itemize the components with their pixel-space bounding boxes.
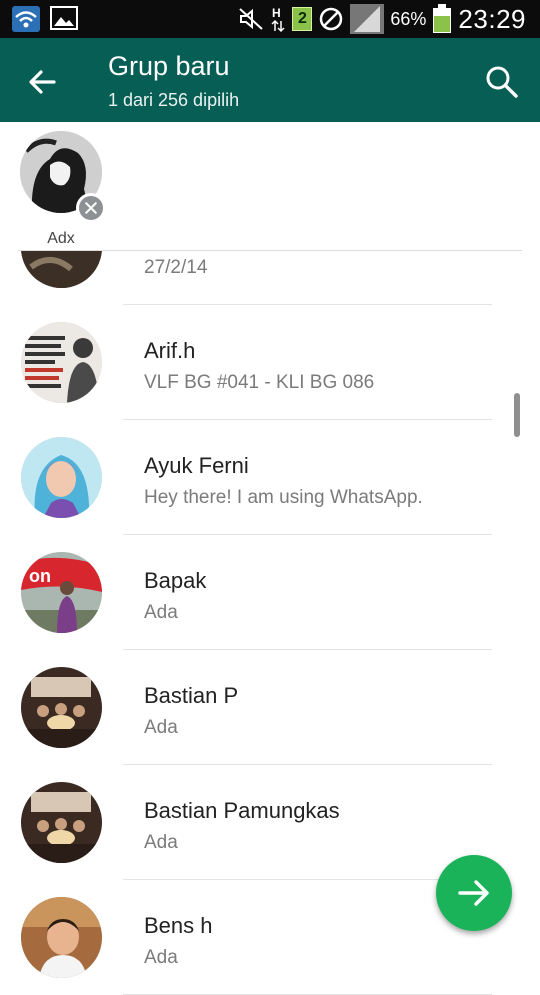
selected-contacts: Adx bbox=[0, 122, 540, 251]
list-item[interactable]: Arif.h VLF BG #041 - KLI BG 086 bbox=[0, 305, 540, 420]
contact-name: Bapak bbox=[144, 568, 207, 593]
avatar bbox=[21, 782, 102, 863]
arrow-back-icon[interactable] bbox=[22, 62, 62, 102]
network-h-icon: H bbox=[271, 6, 285, 33]
gallery-icon bbox=[50, 6, 78, 30]
selected-name: Adx bbox=[47, 230, 75, 247]
blocked-icon bbox=[320, 7, 343, 31]
contact-name: Bens h bbox=[144, 913, 213, 938]
avatar bbox=[21, 897, 102, 978]
contact-name: Bastian P bbox=[144, 683, 239, 708]
battery-percent: 66% bbox=[390, 8, 427, 29]
avatar: on bbox=[21, 552, 102, 633]
remove-selected-icon[interactable] bbox=[76, 193, 106, 223]
selection-count: 1 dari 256 dipilih bbox=[108, 90, 240, 110]
list-item[interactable]: Ayuk Ferni Hey there! I am using WhatsAp… bbox=[0, 420, 540, 535]
wifi-icon bbox=[12, 6, 40, 32]
battery-icon bbox=[433, 4, 452, 33]
arrow-forward-icon bbox=[458, 880, 489, 906]
page-title: Grup baru bbox=[108, 51, 230, 81]
sim-2-icon: 2 bbox=[292, 7, 313, 31]
list-item[interactable]: on Bapak Ada bbox=[0, 535, 540, 650]
contact-status: 27/2/14 bbox=[144, 257, 208, 278]
svg-text:H: H bbox=[272, 6, 281, 20]
avatar bbox=[21, 437, 102, 518]
contact-status: VLF BG #041 - KLI BG 086 bbox=[144, 372, 375, 393]
selected-chip[interactable]: Adx bbox=[20, 131, 106, 247]
contact-status: Ada bbox=[144, 832, 178, 853]
avatar bbox=[21, 667, 102, 748]
contact-name: Ayuk Ferni bbox=[144, 453, 249, 478]
search-icon[interactable] bbox=[484, 64, 520, 100]
avatar bbox=[21, 322, 102, 403]
mute-icon bbox=[239, 8, 264, 30]
list-item[interactable]: Bastian P Ada bbox=[0, 650, 540, 765]
svg-text:on: on bbox=[29, 566, 51, 586]
contact-status: Ada bbox=[144, 602, 178, 623]
contact-name: Arif.h bbox=[144, 338, 196, 363]
contact-status: Ada bbox=[144, 717, 178, 738]
next-button[interactable] bbox=[436, 855, 512, 931]
status-bar: H 2 66% 23:29 bbox=[0, 0, 540, 38]
app-bar: Grup baru 1 dari 256 dipilih bbox=[0, 38, 540, 122]
contact-status: Hey there! I am using WhatsApp. bbox=[144, 487, 423, 508]
signal-icon bbox=[350, 4, 385, 34]
clock: 23:29 bbox=[458, 3, 526, 34]
contact-status: Ada bbox=[144, 947, 178, 968]
scrollbar[interactable] bbox=[514, 393, 520, 437]
divider bbox=[18, 250, 522, 251]
contact-name: Bastian Pamungkas bbox=[144, 798, 340, 823]
